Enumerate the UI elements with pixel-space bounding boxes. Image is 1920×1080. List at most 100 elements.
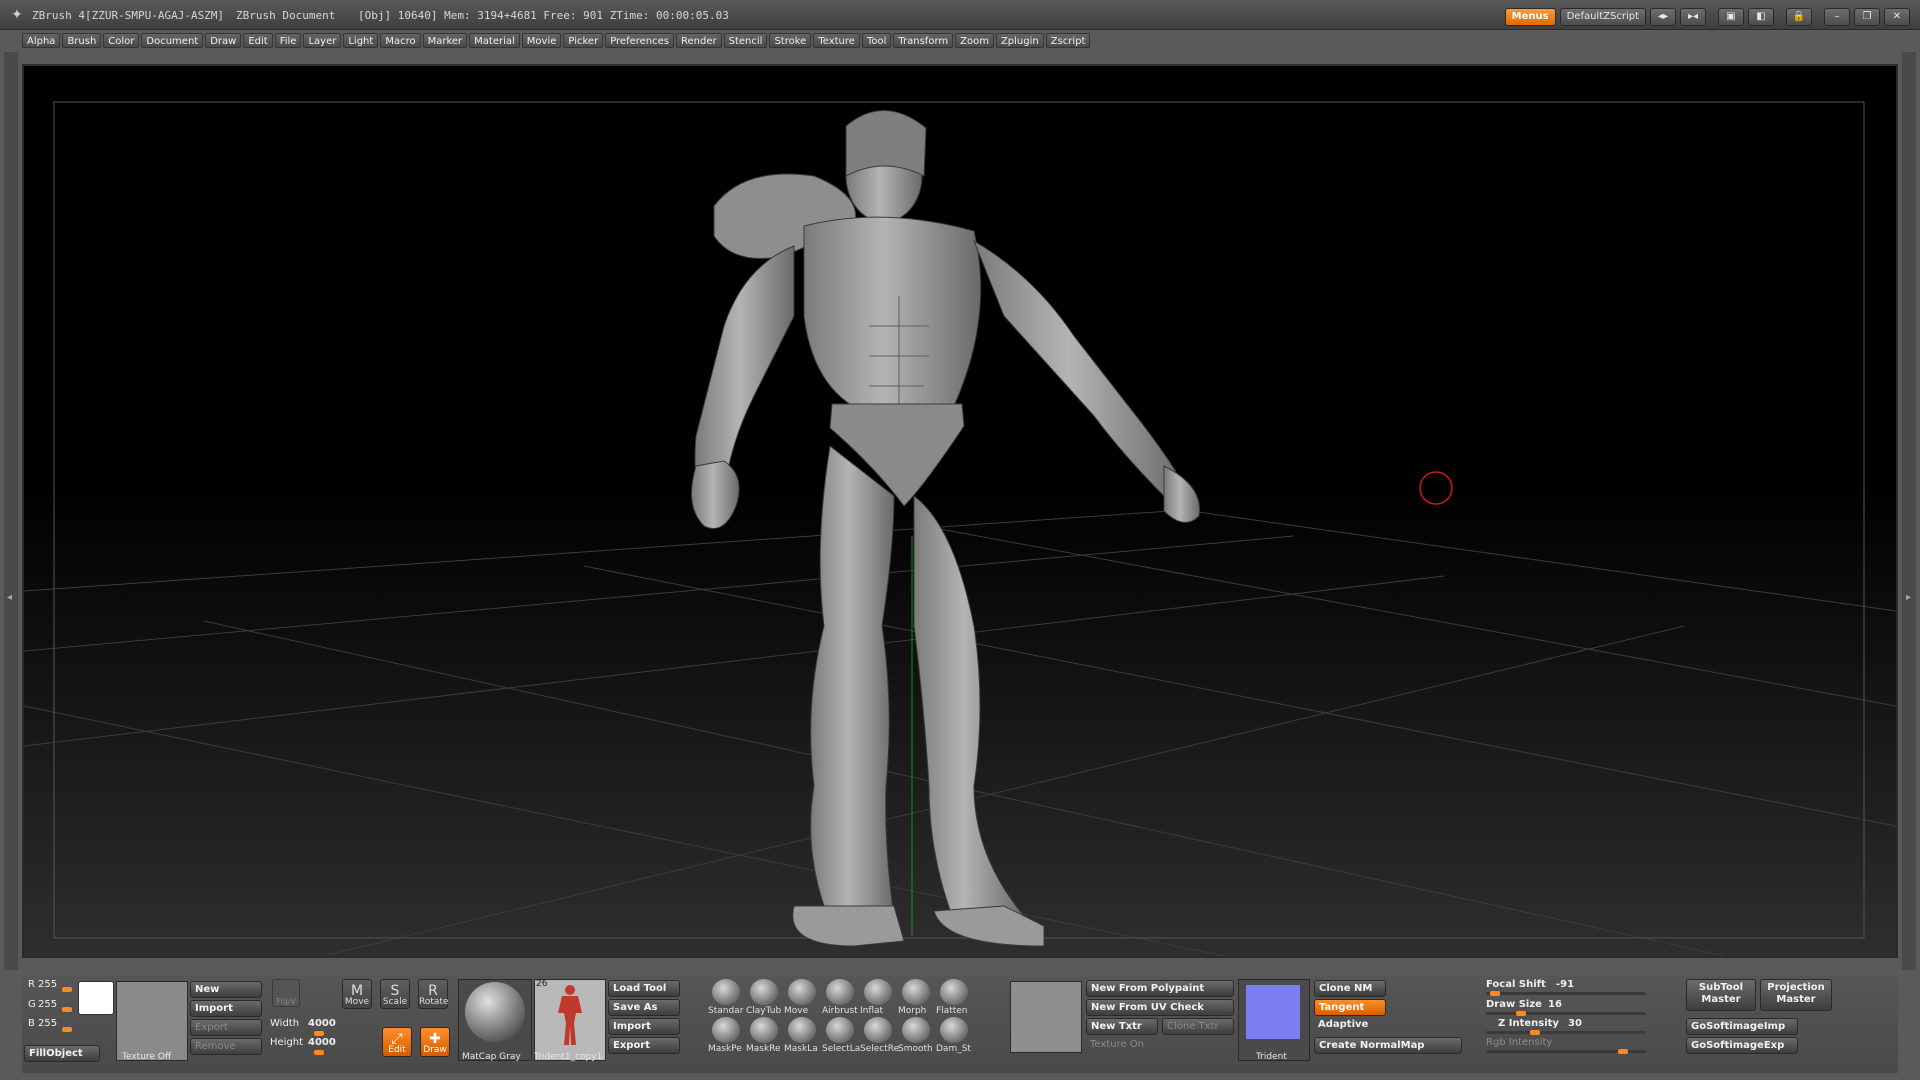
brush-maskla-icon[interactable]: [788, 1017, 816, 1043]
menu-picker[interactable]: Picker: [563, 32, 604, 48]
texture-thumbnail[interactable]: [116, 981, 188, 1061]
menu-light[interactable]: Light: [343, 32, 379, 48]
texture-new-button[interactable]: New: [190, 981, 262, 998]
clone-nm-button[interactable]: Clone NM: [1314, 980, 1386, 997]
brush-maskpe-icon[interactable]: [712, 1017, 740, 1043]
color-r-slider[interactable]: [62, 987, 72, 992]
layout-prev-icon[interactable]: ◂▸: [1650, 8, 1676, 26]
menu-texture[interactable]: Texture: [813, 32, 860, 48]
z-intensity-knob[interactable]: [1530, 1030, 1540, 1035]
go-softimage-exp-button[interactable]: GoSoftimageExp: [1686, 1037, 1798, 1054]
menu-color[interactable]: Color: [103, 32, 140, 48]
menu-material[interactable]: Material: [469, 32, 520, 48]
menu-zplugin[interactable]: Zplugin: [995, 32, 1044, 48]
menu-transform[interactable]: Transform: [893, 32, 954, 48]
main-color-swatch[interactable]: [78, 981, 114, 1015]
menus-button[interactable]: Menus: [1504, 8, 1556, 26]
menu-draw[interactable]: Draw: [205, 32, 242, 48]
focal-shift-slider[interactable]: [1486, 992, 1646, 995]
new-from-polypaint-button[interactable]: New From Polypaint: [1086, 980, 1234, 997]
texture-export-button[interactable]: Export: [190, 1019, 262, 1036]
menu-file[interactable]: File: [274, 32, 302, 48]
polypaint-texture-slot[interactable]: [1010, 981, 1082, 1053]
brush-smooth-icon[interactable]: [902, 1017, 930, 1043]
focal-shift-knob[interactable]: [1490, 991, 1500, 996]
default-zscript-button[interactable]: DefaultZScript: [1559, 8, 1646, 26]
color-b-slider[interactable]: [62, 1027, 72, 1032]
move-mode-icon[interactable]: M Move: [342, 979, 372, 1009]
left-tray-arrow-icon[interactable]: ◂: [7, 592, 15, 606]
menu-stroke[interactable]: Stroke: [769, 32, 812, 48]
palette-icon[interactable]: ▣: [1718, 8, 1744, 26]
subtool-master-button[interactable]: SubTool Master: [1686, 979, 1756, 1011]
draw-size-knob[interactable]: [1516, 1011, 1526, 1016]
zbrush-logo-icon[interactable]: ✦: [8, 6, 26, 24]
menu-layer[interactable]: Layer: [303, 32, 342, 48]
tool-export-button[interactable]: Export: [608, 1037, 680, 1054]
minimize-icon[interactable]: –: [1824, 8, 1850, 26]
texture-height-slider[interactable]: [314, 1050, 324, 1055]
right-tray-strip[interactable]: ▸: [1902, 52, 1916, 970]
restore-icon[interactable]: ❐: [1854, 8, 1880, 26]
menu-zscript[interactable]: Zscript: [1045, 32, 1091, 48]
texture-import-button[interactable]: Import: [190, 1000, 262, 1017]
menu-preferences[interactable]: Preferences: [605, 32, 675, 48]
new-from-uv-check-button[interactable]: New From UV Check: [1086, 999, 1234, 1016]
document-canvas[interactable]: [22, 64, 1898, 958]
menu-marker[interactable]: Marker: [422, 32, 468, 48]
ui-color-icon[interactable]: ◧: [1748, 8, 1774, 26]
texture-width-slider[interactable]: [314, 1031, 324, 1036]
tangent-toggle[interactable]: Tangent: [1314, 999, 1386, 1016]
tool-import-button[interactable]: Import: [608, 1018, 680, 1035]
projection-master-button[interactable]: Projection Master: [1760, 979, 1832, 1011]
viewport-scene[interactable]: [23, 66, 1897, 957]
menu-alpha[interactable]: Alpha: [22, 32, 61, 48]
brush-claytub-icon[interactable]: [750, 979, 778, 1005]
menu-brush[interactable]: Brush: [62, 32, 102, 48]
color-g-slider[interactable]: [62, 1007, 72, 1012]
z-intensity-slider[interactable]: [1486, 1031, 1646, 1034]
left-tray-strip[interactable]: ◂: [4, 52, 18, 970]
brush-selectre-icon[interactable]: [864, 1017, 892, 1043]
create-normalmap-button[interactable]: Create NormalMap: [1314, 1037, 1462, 1054]
brush-flatten-icon[interactable]: [940, 979, 968, 1005]
rotate-mode-icon[interactable]: R Rotate: [418, 979, 448, 1009]
layout-next-icon[interactable]: ▸◂: [1680, 8, 1706, 26]
brush-maskre-icon[interactable]: [750, 1017, 778, 1043]
flip-v-icon[interactable]: FlipV: [272, 979, 300, 1007]
draw-size-slider[interactable]: [1486, 1012, 1646, 1015]
new-txtr-button[interactable]: New Txtr: [1086, 1018, 1158, 1035]
menu-render[interactable]: Render: [676, 32, 722, 48]
menu-document[interactable]: Document: [141, 32, 204, 48]
adaptive-toggle[interactable]: Adaptive: [1318, 1019, 1368, 1030]
rgb-intensity-knob[interactable]: [1618, 1049, 1628, 1054]
load-tool-button[interactable]: Load Tool: [608, 980, 680, 997]
fill-object-button[interactable]: FillObject: [24, 1045, 100, 1062]
menu-movie[interactable]: Movie: [521, 32, 562, 48]
texture-on-toggle[interactable]: Texture On: [1090, 1039, 1144, 1050]
lock-icon[interactable]: 🔒: [1786, 8, 1812, 26]
clone-txtr-button[interactable]: Clone Txtr: [1162, 1018, 1234, 1035]
brush-airbrust-icon[interactable]: [826, 979, 854, 1005]
draw-mode-icon[interactable]: ✚ Draw: [420, 1027, 450, 1057]
brush-inflat-icon[interactable]: [864, 979, 892, 1005]
menu-zoom[interactable]: Zoom: [955, 32, 994, 48]
save-as-button[interactable]: Save As: [608, 999, 680, 1016]
brush-morph-icon[interactable]: [902, 979, 930, 1005]
texture-remove-button[interactable]: Remove: [190, 1038, 262, 1055]
scale-mode-icon[interactable]: S Scale: [380, 979, 410, 1009]
brush-label: Dam_St: [936, 1044, 971, 1054]
menu-macro[interactable]: Macro: [380, 32, 421, 48]
menu-stencil[interactable]: Stencil: [723, 32, 768, 48]
color-r-value: 255: [38, 979, 58, 990]
menu-edit[interactable]: Edit: [243, 32, 273, 48]
brush-selectla-icon[interactable]: [826, 1017, 854, 1043]
go-softimage-imp-button[interactable]: GoSoftimageImp: [1686, 1018, 1798, 1035]
brush-dam-st-icon[interactable]: [940, 1017, 968, 1043]
brush-move-icon[interactable]: [788, 979, 816, 1005]
edit-mode-icon[interactable]: ⤢ Edit: [382, 1027, 412, 1057]
menu-tool[interactable]: Tool: [861, 32, 892, 48]
right-tray-arrow-icon[interactable]: ▸: [1906, 592, 1914, 606]
brush-standar-icon[interactable]: [712, 979, 740, 1005]
close-icon[interactable]: ✕: [1884, 8, 1910, 26]
